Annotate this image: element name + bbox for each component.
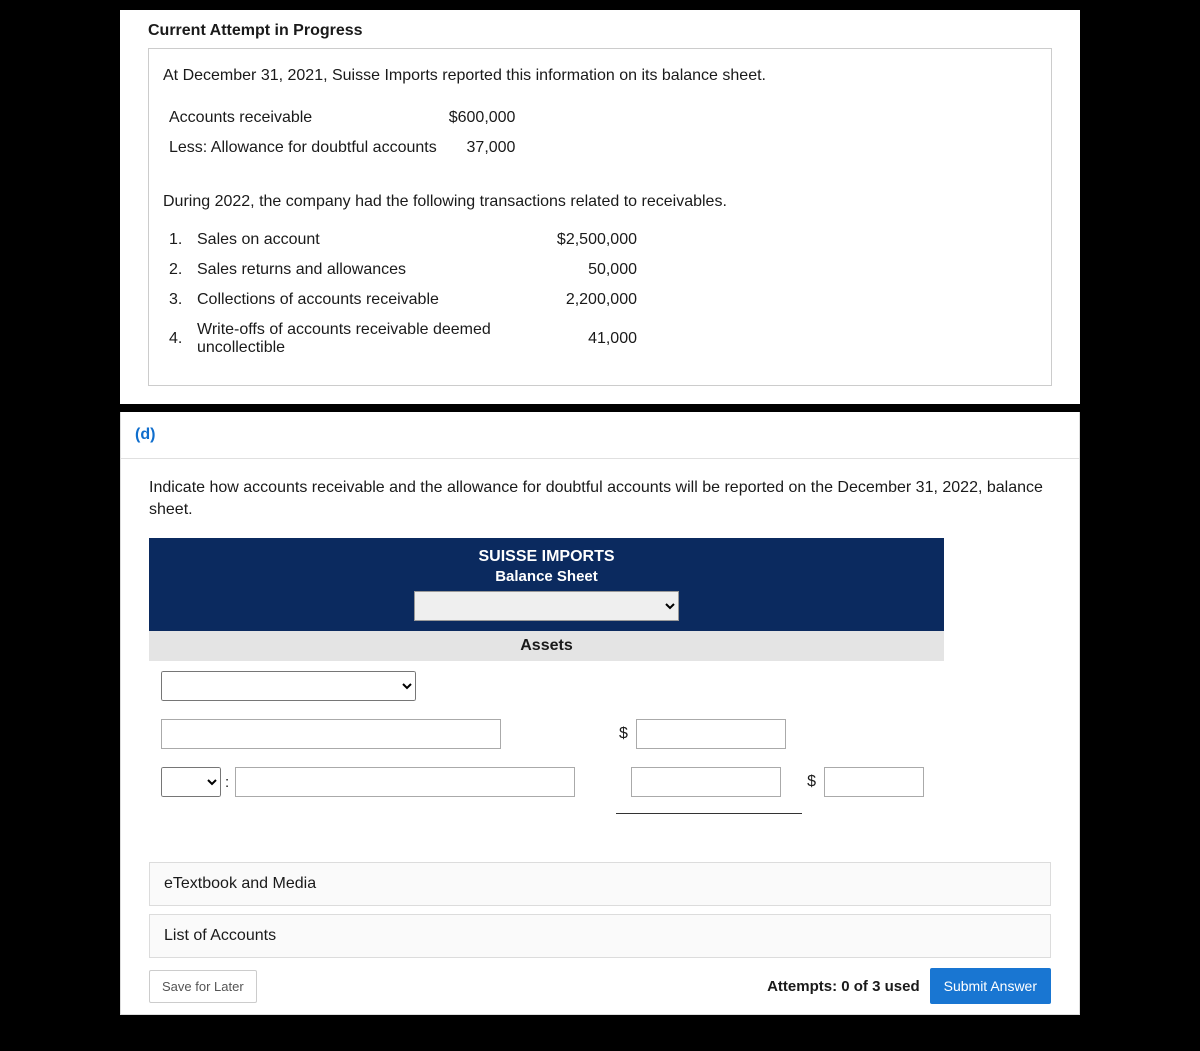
- dollar-sign: $: [619, 725, 628, 743]
- sheet-header: SUISSE IMPORTS Balance Sheet: [149, 538, 944, 631]
- submit-answer-button[interactable]: Submit Answer: [930, 968, 1051, 1004]
- txn-desc: Collections of accounts receivable: [197, 285, 547, 315]
- instruction-text: Indicate how accounts receivable and the…: [149, 477, 1051, 520]
- date-select[interactable]: [414, 591, 679, 621]
- attempts-text: Attempts: 0 of 3 used: [767, 978, 920, 995]
- balance-table: Accounts receivable $600,000 Less: Allow…: [169, 103, 527, 163]
- txn-desc: Sales returns and allowances: [197, 255, 547, 285]
- amount-input-1[interactable]: [636, 719, 786, 749]
- save-for-later-button[interactable]: Save for Later: [149, 970, 257, 1003]
- txn-number: 3.: [169, 285, 197, 315]
- etextbook-link[interactable]: eTextbook and Media: [149, 862, 1051, 906]
- assets-heading: Assets: [149, 631, 944, 661]
- transactions-table: 1. Sales on account $2,500,000 2. Sales …: [169, 225, 647, 363]
- amount-input-3[interactable]: [824, 767, 924, 797]
- balance-value: $600,000: [449, 103, 528, 133]
- sign-select[interactable]: [161, 767, 221, 797]
- balance-label: Less: Allowance for doubtful accounts: [169, 133, 449, 163]
- balance-sheet: SUISSE IMPORTS Balance Sheet Assets $: [149, 538, 944, 822]
- table-row: Less: Allowance for doubtful accounts 37…: [169, 133, 527, 163]
- question-card-background: Current Attempt in Progress At December …: [120, 10, 1080, 404]
- txn-amount: 41,000: [547, 315, 647, 363]
- answer-card: (d) Indicate how accounts receivable and…: [120, 412, 1080, 1015]
- part-d-label: (d): [121, 412, 1079, 459]
- txn-amount: $2,500,000: [547, 225, 647, 255]
- table-row: Accounts receivable $600,000: [169, 103, 527, 133]
- question-box: At December 31, 2021, Suisse Imports rep…: [148, 48, 1052, 386]
- txn-number: 1.: [169, 225, 197, 255]
- table-row: 4. Write-offs of accounts receivable dee…: [169, 315, 647, 363]
- colon-label: :: [225, 774, 229, 791]
- during-paragraph: During 2022, the company had the followi…: [163, 193, 1037, 211]
- amount-input-2[interactable]: [631, 767, 781, 797]
- company-name: SUISSE IMPORTS: [149, 548, 944, 566]
- balance-label: Accounts receivable: [169, 103, 449, 133]
- list-of-accounts-link[interactable]: List of Accounts: [149, 914, 1051, 958]
- dollar-sign: $: [807, 773, 816, 791]
- txn-number: 4.: [169, 315, 197, 363]
- attempt-header: Current Attempt in Progress: [148, 22, 1052, 40]
- footer-row: Save for Later Attempts: 0 of 3 used Sub…: [149, 968, 1051, 1004]
- txn-desc: Write-offs of accounts receivable deemed…: [197, 315, 547, 363]
- txn-amount: 2,200,000: [547, 285, 647, 315]
- subtotal-underline: [616, 813, 802, 814]
- txn-number: 2.: [169, 255, 197, 285]
- balance-value: 37,000: [449, 133, 528, 163]
- table-row: 2. Sales returns and allowances 50,000: [169, 255, 647, 285]
- txn-amount: 50,000: [547, 255, 647, 285]
- account-name-input-2[interactable]: [235, 767, 575, 797]
- txn-desc: Sales on account: [197, 225, 547, 255]
- sheet-title: Balance Sheet: [149, 568, 944, 585]
- intro-paragraph: At December 31, 2021, Suisse Imports rep…: [163, 67, 1037, 85]
- table-row: 1. Sales on account $2,500,000: [169, 225, 647, 255]
- category-select[interactable]: [161, 671, 416, 701]
- account-name-input-1[interactable]: [161, 719, 501, 749]
- table-row: 3. Collections of accounts receivable 2,…: [169, 285, 647, 315]
